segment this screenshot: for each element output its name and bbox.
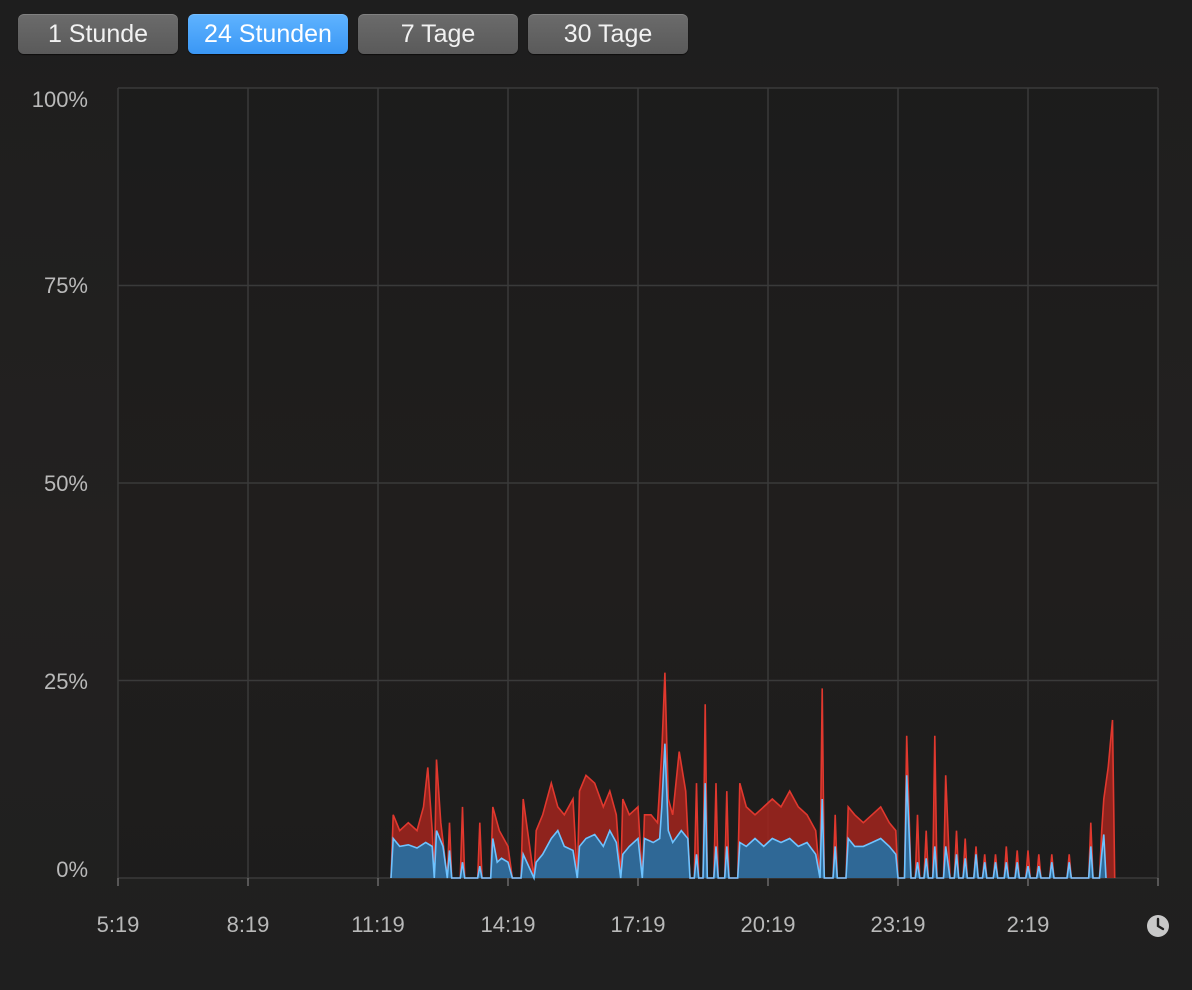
x-tick-label: 20:19 xyxy=(740,912,796,937)
clock-icon[interactable] xyxy=(1146,914,1170,938)
x-tick-label: 23:19 xyxy=(870,912,926,937)
x-tick-label: 5:19 xyxy=(96,912,140,937)
y-tick-label: 0% xyxy=(56,857,88,882)
y-tick-label: 75% xyxy=(43,273,88,298)
cpu-usage-chart xyxy=(117,87,1159,886)
y-tick-label: 100% xyxy=(31,87,88,112)
x-tick-label: 14:19 xyxy=(480,912,536,937)
cpu-history-window: 1 Stunde 24 Stunden 7 Tage 30 Tage 100% … xyxy=(0,0,1192,990)
y-tick-label: 25% xyxy=(43,669,88,694)
x-tick-label: 17:19 xyxy=(610,912,666,937)
x-tick-label: 8:19 xyxy=(226,912,270,937)
y-tick-label: 50% xyxy=(43,471,88,496)
x-tick-label: 11:19 xyxy=(351,912,405,937)
x-tick-label: 2:19 xyxy=(1006,912,1050,937)
